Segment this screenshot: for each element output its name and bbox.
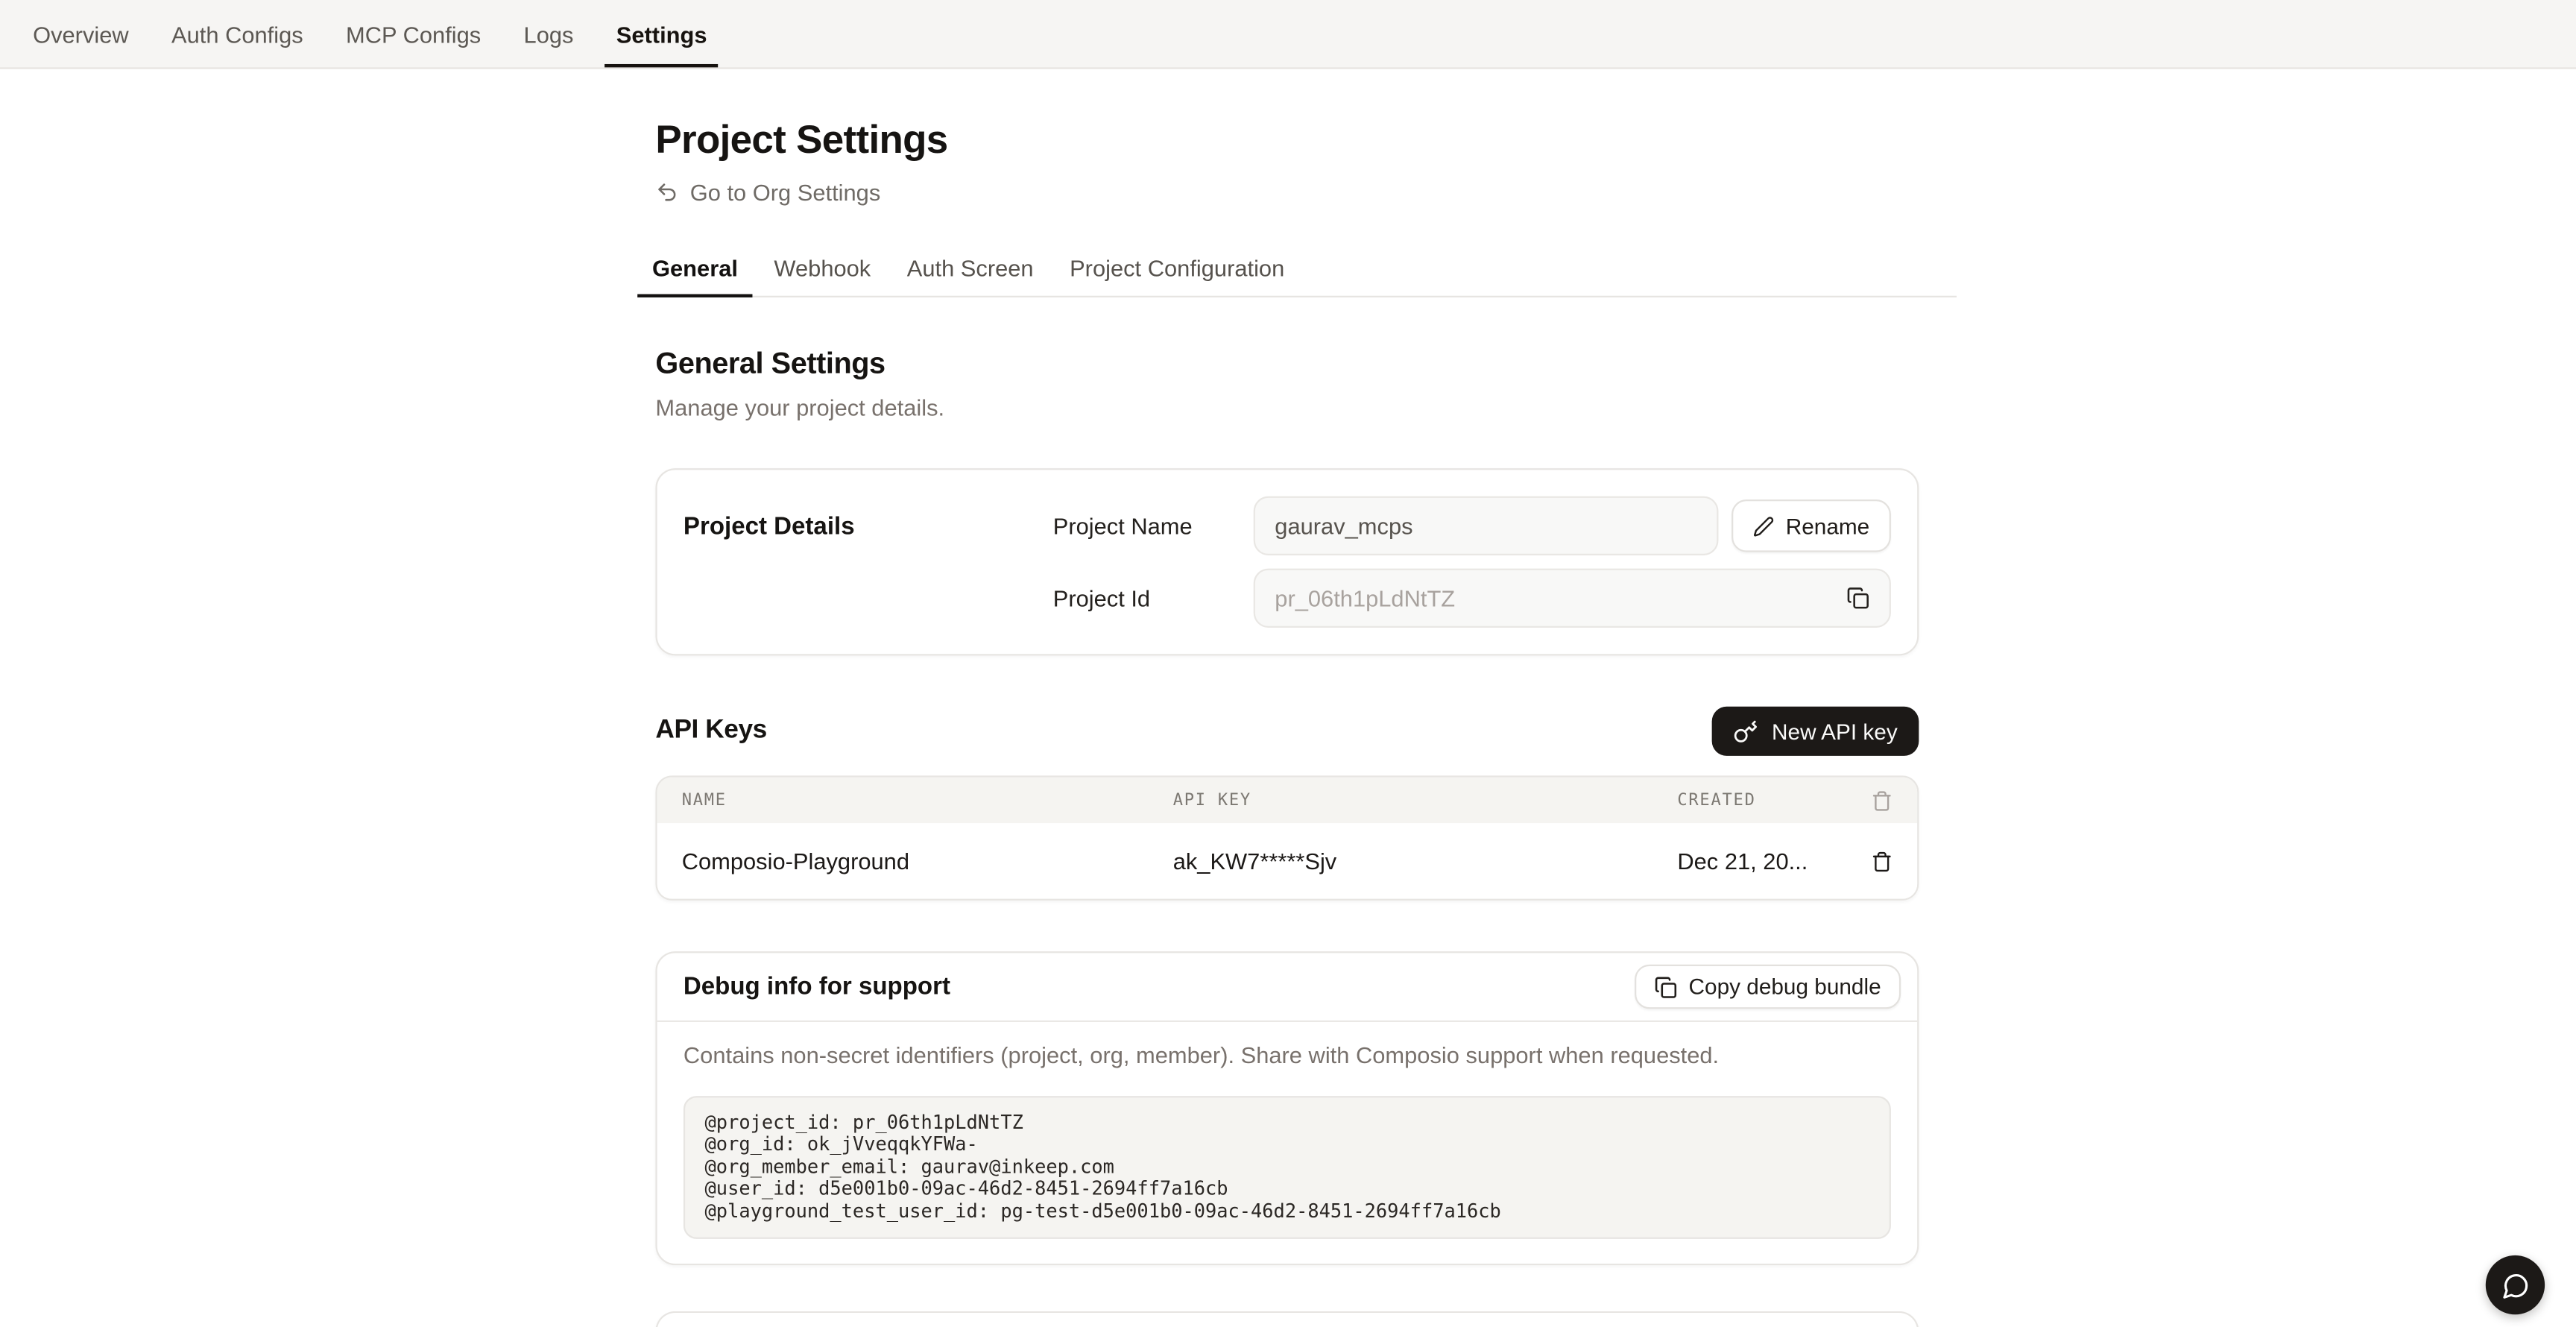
debug-info-card: Debug info for support Copy debug bundle… — [655, 951, 1919, 1265]
new-api-key-label: New API key — [1772, 719, 1898, 743]
api-key-created-cell: Dec 21, 20... — [1677, 848, 1846, 874]
project-name-label: Project Name — [1053, 513, 1254, 539]
tab-auth-screen[interactable]: Auth Screen — [892, 255, 1049, 297]
api-key-value-cell: ak_KW7*****Sjv — [1173, 848, 1678, 874]
tab-webhook[interactable]: Webhook — [760, 255, 886, 297]
chat-widget-button[interactable] — [2486, 1255, 2545, 1314]
project-id-row: Project Id — [1053, 569, 1891, 628]
api-keys-table: NAME API KEY CREATED Composio-Playground… — [655, 775, 1919, 901]
copy-project-id-button[interactable] — [1840, 580, 1876, 616]
general-settings-subheading: Manage your project details. — [655, 394, 1919, 422]
api-key-table-row: Composio-Playground ak_KW7*****Sjv Dec 2… — [657, 823, 1918, 898]
column-header-name: NAME — [657, 791, 1173, 809]
project-name-row: Project Name Rename — [1053, 497, 1891, 555]
nav-item-mcp-configs[interactable]: MCP Configs — [335, 0, 493, 67]
debug-bundle-code-block: @project_id: pr_06th1pLdNtTZ @org_id: ok… — [684, 1096, 1891, 1239]
nav-item-overview[interactable]: Overview — [22, 0, 140, 67]
pencil-icon — [1753, 515, 1775, 537]
api-keys-header: API Keys New API key — [655, 707, 1919, 756]
top-nav: Overview Auth Configs MCP Configs Logs S… — [0, 0, 2576, 69]
debug-card-header: Debug info for support Copy debug bundle — [657, 953, 1918, 1020]
copy-debug-bundle-button[interactable]: Copy debug bundle — [1635, 965, 1901, 1009]
copy-icon — [1846, 587, 1869, 610]
nav-item-settings[interactable]: Settings — [604, 0, 719, 67]
column-header-created: CREATED — [1677, 791, 1846, 809]
new-api-key-button[interactable]: New API key — [1713, 707, 1919, 756]
general-settings-heading: General Settings — [655, 345, 1919, 383]
nav-item-auth-configs[interactable]: Auth Configs — [160, 0, 315, 67]
settings-tabs: General Webhook Auth Screen Project Conf… — [637, 255, 1957, 297]
project-id-input[interactable] — [1254, 569, 1891, 628]
project-details-title: Project Details — [684, 497, 1053, 628]
debug-card-title: Debug info for support — [684, 973, 950, 1000]
bundle-line: @org_id: ok_jVveqqkYFWa- — [705, 1135, 1870, 1157]
tab-general[interactable]: General — [637, 255, 753, 297]
next-section-card — [655, 1311, 1919, 1327]
message-bubble-icon — [2501, 1271, 2529, 1299]
api-key-name-cell: Composio-Playground — [657, 848, 1173, 874]
bundle-line: @org_member_email: gaurav@inkeep.com — [705, 1156, 1870, 1179]
nav-item-logs[interactable]: Logs — [512, 0, 585, 67]
table-header-row: NAME API KEY CREATED — [657, 778, 1918, 824]
go-to-org-settings-link[interactable]: Go to Org Settings — [655, 176, 880, 209]
app-window: Overview Auth Configs MCP Configs Logs S… — [0, 0, 2576, 1327]
org-settings-link-label: Go to Org Settings — [690, 176, 881, 209]
project-id-label: Project Id — [1053, 585, 1254, 611]
main-content: Project Settings Go to Org Settings Gene… — [655, 116, 1919, 1327]
bundle-line: @playground_test_user_id: pg-test-d5e001… — [705, 1200, 1870, 1223]
page-title: Project Settings — [655, 116, 1919, 166]
trash-icon — [1846, 789, 1917, 811]
bundle-line: @project_id: pr_06th1pLdNtTZ — [705, 1112, 1870, 1135]
copy-icon — [1654, 975, 1677, 998]
bundle-line: @user_id: d5e001b0-09ac-46d2-8451-2694ff… — [705, 1179, 1870, 1201]
api-keys-heading: API Keys — [655, 716, 766, 746]
copy-debug-bundle-label: Copy debug bundle — [1689, 974, 1881, 999]
delete-api-key-button[interactable] — [1846, 851, 1917, 872]
undo-arrow-icon — [655, 180, 678, 204]
key-icon — [1734, 719, 1758, 743]
rename-button-label: Rename — [1786, 514, 1869, 538]
trash-icon — [1871, 851, 1892, 872]
project-name-input[interactable] — [1254, 497, 1719, 555]
debug-description: Contains non-secret identifiers (project… — [684, 1041, 1891, 1069]
column-header-api-key: API KEY — [1173, 791, 1678, 809]
project-details-card: Project Details Project Name Rename Proj… — [655, 468, 1919, 655]
rename-button[interactable]: Rename — [1731, 499, 1891, 552]
tab-project-configuration[interactable]: Project Configuration — [1055, 255, 1299, 297]
